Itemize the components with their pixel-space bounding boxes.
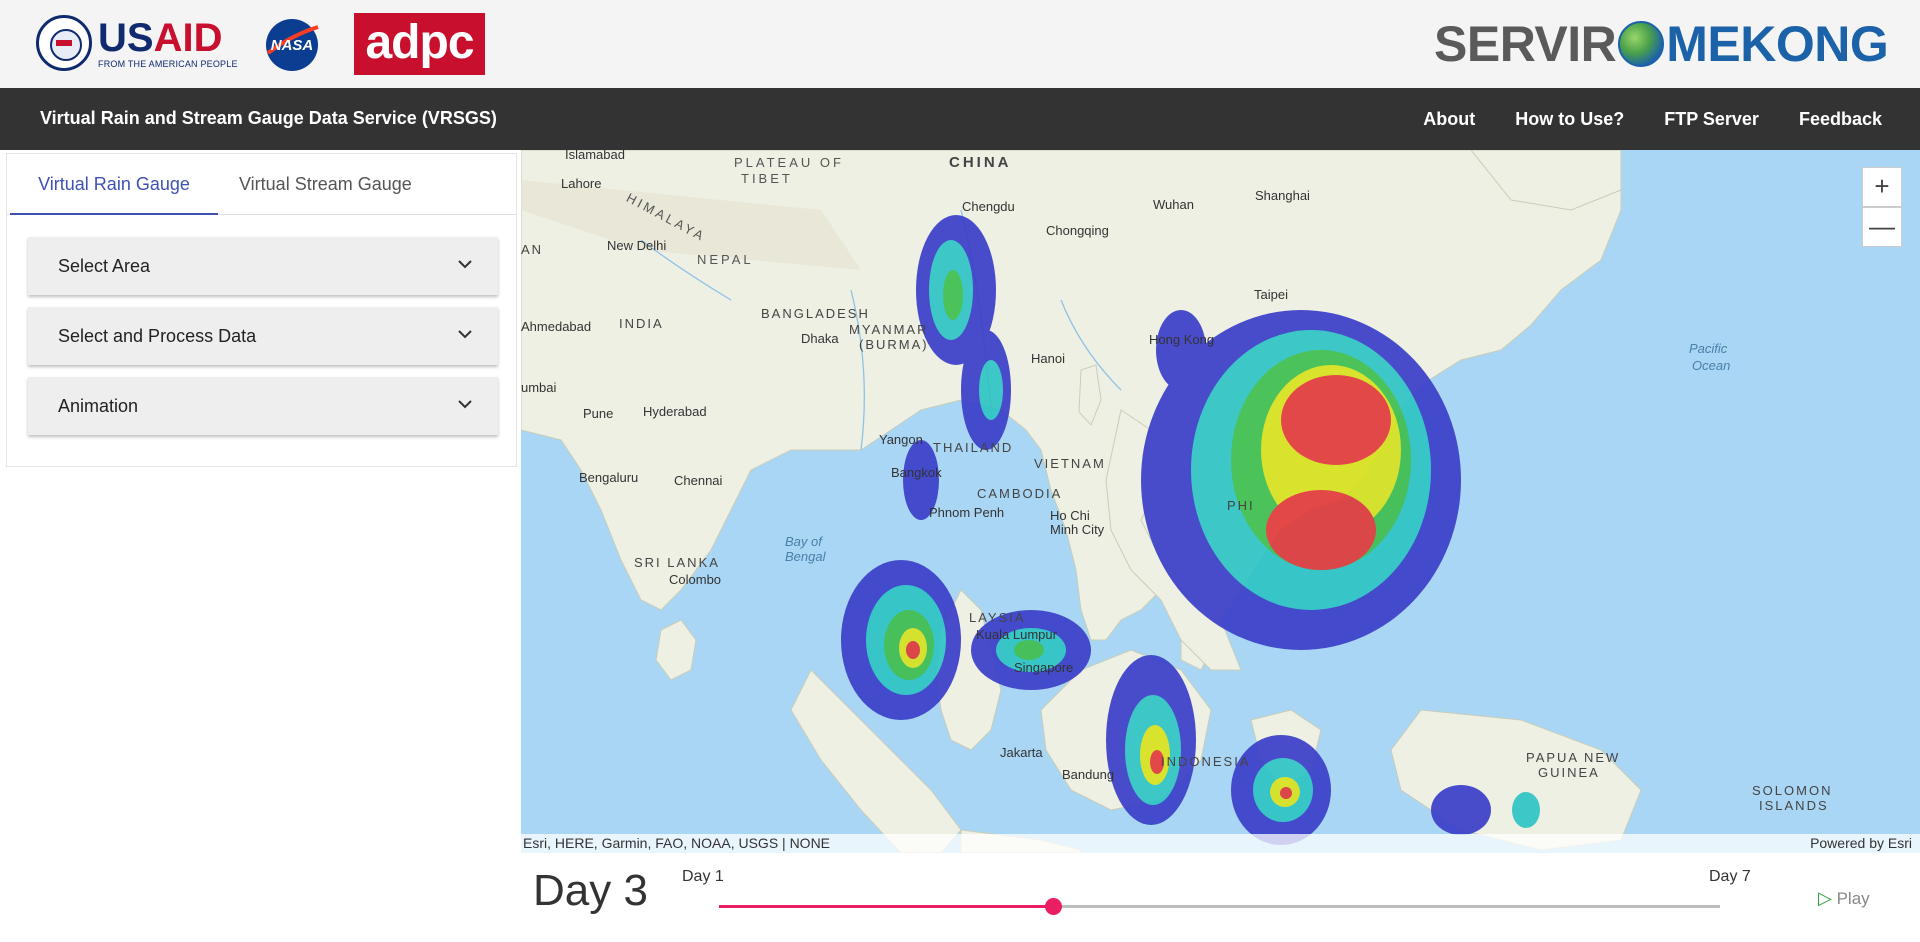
- svg-text:NASA: NASA: [271, 37, 314, 54]
- gauge-tabs: Virtual Rain Gauge Virtual Stream Gauge: [7, 154, 516, 215]
- logo-header: USAID FROM THE AMERICAN PEOPLE NASA adpc…: [0, 0, 1920, 88]
- map-label: Bangkok: [891, 465, 942, 480]
- play-label: Play: [1836, 889, 1870, 908]
- map-label: (BURMA): [859, 337, 929, 352]
- map-label: Bengaluru: [579, 470, 639, 485]
- nav-link-how-to-use[interactable]: How to Use?: [1515, 109, 1624, 130]
- powered-by-esri-link[interactable]: Powered by Esri: [1810, 835, 1912, 851]
- map-label: ISLANDS: [1759, 798, 1829, 813]
- chevron-down-icon: [458, 400, 472, 409]
- map-label: Chongqing: [1046, 223, 1109, 238]
- map-label: VIETNAM: [1034, 456, 1106, 471]
- map-label: Pacific: [1689, 341, 1728, 356]
- map-label: Kuala Lumpur: [976, 627, 1057, 642]
- map-label: Lahore: [561, 176, 602, 191]
- tab-virtual-rain-gauge[interactable]: Virtual Rain Gauge: [10, 154, 218, 215]
- mekong-wordmark: MEKONG: [1666, 16, 1889, 72]
- accordion-label: Animation: [58, 396, 139, 416]
- accordion-label: Select and Process Data: [58, 326, 257, 346]
- map-label: Bengal: [785, 549, 826, 564]
- map-label: Singapore: [1014, 660, 1074, 675]
- usaid-seal-icon: [36, 15, 92, 71]
- usaid-tagline: FROM THE AMERICAN PEOPLE: [98, 58, 238, 69]
- map-label: INDONESIA: [1161, 754, 1251, 769]
- map-label: CAMBODIA: [977, 486, 1063, 501]
- map-label: Yangon: [879, 432, 923, 447]
- map-label: Phnom Penh: [929, 505, 1005, 520]
- slider-fill: [719, 905, 1053, 908]
- map-attribution: Esri, HERE, Garmin, FAO, NOAA, USGS | NO…: [521, 834, 1920, 853]
- servir-wordmark: SERVIR: [1434, 16, 1617, 72]
- globe-icon: [1618, 21, 1665, 67]
- app-title: Virtual Rain and Stream Gauge Data Servi…: [40, 108, 497, 128]
- map-label: Hyderabad: [643, 404, 707, 419]
- map-label: Minh City: [1050, 522, 1105, 537]
- side-panel: Virtual Rain Gauge Virtual Stream Gauge …: [6, 153, 517, 467]
- nav-link-feedback[interactable]: Feedback: [1799, 109, 1882, 130]
- accordion-select-area[interactable]: Select Area: [28, 237, 498, 295]
- day-slider[interactable]: [719, 898, 1720, 915]
- map-label: BANGLADESH: [761, 306, 870, 321]
- attribution-sources: Esri, HERE, Garmin, FAO, NOAA, USGS | NO…: [523, 835, 831, 851]
- tab-virtual-stream-gauge[interactable]: Virtual Stream Gauge: [239, 154, 412, 215]
- usaid-logo: USAID FROM THE AMERICAN PEOPLE: [36, 15, 238, 71]
- map-label: Ahmedabad: [521, 319, 592, 334]
- map-label: Hong Kong: [1149, 332, 1215, 347]
- map-label: THAILAND: [933, 440, 1014, 455]
- map-label: Jakarta: [1000, 745, 1043, 760]
- map-label: AN: [521, 242, 544, 257]
- chevron-down-icon: [458, 330, 472, 339]
- navbar: Virtual Rain and Stream Gauge Data Servi…: [0, 88, 1920, 150]
- map-label: New Delhi: [607, 238, 667, 253]
- map-label: SOLOMON: [1752, 783, 1833, 798]
- map-label: PAPUA NEW: [1526, 750, 1621, 765]
- zoom-out-button[interactable]: —: [1862, 207, 1902, 247]
- map-label: Colombo: [669, 572, 722, 587]
- servir-mekong-logo: SERVIR MEKONG: [1434, 16, 1889, 72]
- map-label: INDIA: [619, 316, 664, 331]
- nav-link-ftp-server[interactable]: FTP Server: [1664, 109, 1759, 130]
- map-label: Islamabad: [565, 150, 625, 162]
- map-label: umbai: [521, 380, 557, 395]
- map-label: Bay of: [785, 534, 822, 549]
- chevron-down-icon: [458, 260, 472, 269]
- map-label: Ocean: [1692, 358, 1731, 373]
- current-day-label: Day 3: [533, 866, 648, 915]
- usaid-wordmark: USAID: [98, 15, 223, 60]
- map-label: Bandung: [1062, 767, 1115, 782]
- map-label: Dhaka: [801, 331, 839, 346]
- play-icon: ▷: [1818, 888, 1832, 908]
- map-label: Chennai: [674, 473, 723, 488]
- map-label: Hanoi: [1031, 351, 1065, 366]
- map-label: Wuhan: [1153, 197, 1194, 212]
- accordion-animation[interactable]: Animation: [28, 377, 498, 435]
- map-label: Shanghai: [1255, 188, 1310, 203]
- map-view[interactable]: Islamabad Lahore New Delhi NEPAL PLATEAU…: [521, 150, 1920, 853]
- map-label: TIBET: [741, 171, 793, 186]
- map-label: Taipei: [1254, 287, 1288, 302]
- map-label: NEPAL: [697, 252, 754, 267]
- slider-min-label: Day 1: [682, 868, 724, 885]
- map-label: Pune: [583, 406, 614, 421]
- accordion-select-process-data[interactable]: Select and Process Data: [28, 307, 498, 365]
- map-label: Chengdu: [962, 199, 1015, 214]
- map-label: MYANMAR: [849, 322, 929, 337]
- map-label: Ho Chi: [1050, 508, 1090, 523]
- accordion-label: Select Area: [58, 256, 151, 276]
- slider-max-label: Day 7: [1709, 868, 1751, 885]
- nav-links: About How to Use? FTP Server Feedback: [1383, 88, 1882, 150]
- map-label: GUINEA: [1538, 765, 1600, 780]
- map-label: PHI: [1227, 498, 1255, 513]
- adpc-logo: adpc: [354, 13, 485, 75]
- play-button[interactable]: ▷ Play: [1818, 888, 1870, 909]
- map-label: LAYSIA: [969, 610, 1026, 625]
- nav-link-about[interactable]: About: [1423, 109, 1475, 130]
- slider-thumb[interactable]: [1044, 898, 1062, 915]
- map-label: PLATEAU OF: [734, 155, 844, 170]
- zoom-in-button[interactable]: +: [1862, 167, 1902, 207]
- nasa-logo-icon: NASA: [266, 19, 319, 71]
- map-label: SRI LANKA: [634, 555, 720, 570]
- map-label: CHINA: [949, 154, 1012, 171]
